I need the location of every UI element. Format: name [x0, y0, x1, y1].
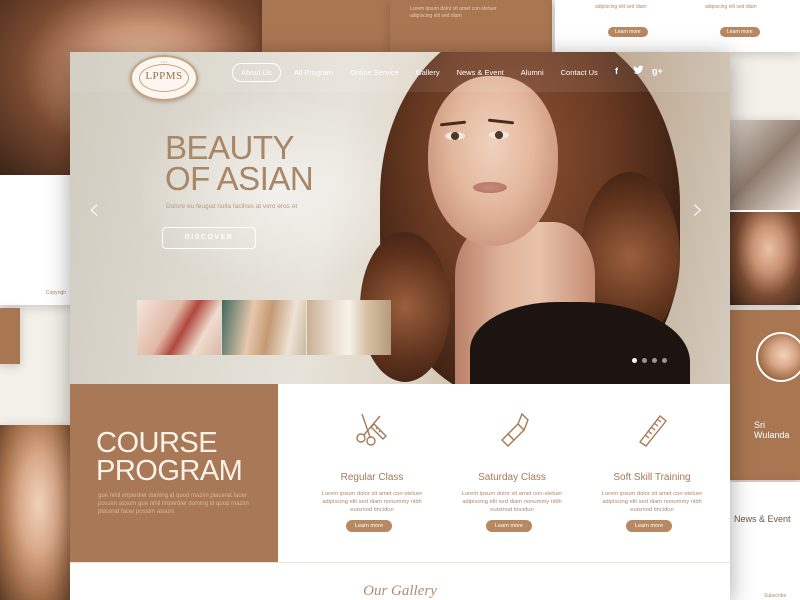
course-program-panel: COURSE PROGRAM gue nihil imperdiet domin…	[70, 384, 278, 562]
class-title: Soft Skill Training	[613, 472, 691, 483]
nav-item-online-service[interactable]: Online Service	[350, 68, 399, 77]
course-program-description: gue nihil imperdiet doming id quod mazim…	[98, 493, 249, 515]
learn-more-button[interactable]: Learn more	[486, 520, 532, 532]
site-logo[interactable]: • • • LPPMS	[130, 55, 198, 101]
hero-title-line1: BEAUTY	[165, 129, 295, 166]
logo-text: LPPMS	[145, 70, 183, 82]
gallery-section: Our Gallery	[70, 562, 730, 600]
nav-item-alumni[interactable]: Alumni	[521, 68, 544, 77]
bg-learn-more-button: Learn more	[720, 27, 760, 37]
bg-text-lines: adipiscing elit sed diam	[705, 4, 757, 10]
slider-dot[interactable]	[632, 358, 637, 363]
classes-section: Regular Class Lorem ipsum dolor sit amet…	[278, 384, 730, 562]
nav-item-news-event[interactable]: News & Event	[457, 68, 504, 77]
slider-next-arrow-icon[interactable]: ›	[692, 192, 704, 227]
course-title-line1: COURSE	[96, 427, 218, 459]
mockup-stage: Copyrigh Lorem ipsum dolor sit amet con-…	[0, 0, 800, 600]
gallery-title: Our Gallery	[363, 583, 437, 599]
class-title: Saturday Class	[478, 472, 546, 483]
bg-panel-top-right: adipiscing elit sed diam adipiscing elit…	[555, 0, 800, 52]
bg-panel-top-middle: Lorem ipsum dolor sit amet con-stetuer ad…	[390, 0, 552, 52]
hero-title: BEAUTY OF ASIAN	[165, 129, 314, 197]
bg-text-lines: Lorem ipsum dolor sit amet con-stetuer ad…	[410, 6, 497, 19]
class-description: Lorem ipsum dolor sit amet con-stetuer a…	[321, 491, 423, 513]
bg-copyright-text: Copyrigh	[46, 290, 67, 296]
hero-title-line2: OF ASIAN	[165, 160, 314, 197]
bg-avatar	[756, 332, 800, 382]
main-page: About Us All Program Online Service Gall…	[70, 52, 730, 600]
nav-menu: About Us All Program Online Service Gall…	[232, 63, 615, 82]
learn-more-button[interactable]: Learn more	[346, 520, 392, 532]
thumbnail-lipstick[interactable]	[137, 300, 221, 355]
hero-model-lips	[473, 182, 507, 193]
discover-button[interactable]: DISCOVER	[162, 227, 256, 249]
lipstick-icon	[501, 412, 529, 447]
class-description: Lorem ipsum dolor sit amet con-stetuer a…	[601, 491, 703, 513]
course-program-title: COURSE PROGRAM	[96, 427, 243, 487]
bg-portrait-makeup	[0, 425, 70, 600]
twitter-icon[interactable]	[633, 65, 644, 77]
nav-item-all-program[interactable]: All Program	[294, 68, 333, 77]
bg-news-title: News & Event	[734, 514, 791, 524]
hero-banner: About Us All Program Online Service Gall…	[70, 52, 730, 384]
nav-item-about-us[interactable]: About Us	[232, 63, 281, 82]
bg-gallery-image	[730, 120, 800, 210]
learn-more-button[interactable]: Learn more	[626, 520, 672, 532]
hero-model-eye	[489, 131, 509, 139]
slider-dot[interactable]	[642, 358, 647, 363]
bg-text-lines: adipiscing elit sed diam	[595, 4, 647, 10]
bg-panel-left-brown	[0, 308, 20, 364]
thumbnail-hairstyling[interactable]	[222, 300, 306, 355]
slider-dot[interactable]	[652, 358, 657, 363]
course-title-line2: PROGRAM	[96, 455, 243, 487]
nav-item-contact-us[interactable]: Contact Us	[561, 68, 598, 77]
facebook-icon[interactable]: f	[615, 66, 618, 76]
nav-item-gallery[interactable]: Gallery	[416, 68, 440, 77]
hero-model-face	[428, 76, 558, 246]
class-title: Regular Class	[340, 472, 404, 483]
google-plus-icon[interactable]: g+	[652, 66, 663, 76]
scissors-comb-icon	[356, 413, 387, 446]
comb-icon	[638, 414, 667, 447]
hero-subtitle: Dolore eu feugiat nulla facilisis at ver…	[166, 203, 298, 210]
bg-panel-left-portrait	[0, 425, 70, 600]
bg-panel-right-testimonial: Sri Wulanda	[730, 310, 800, 480]
slider-dot[interactable]	[662, 358, 667, 363]
slider-prev-arrow-icon[interactable]: ‹	[88, 192, 100, 227]
bg-gallery-image	[730, 212, 800, 305]
bg-brown-strip-top	[262, 0, 392, 52]
bg-panel-right-gallery	[730, 120, 800, 305]
bg-subscribe-label: Subscribe	[764, 593, 787, 599]
bg-testimonial-name: Sri Wulanda	[754, 420, 790, 440]
bg-learn-more-button: Learn more	[608, 27, 648, 37]
bg-panel-right-news: News & Event Subscribe	[730, 482, 800, 600]
class-description: Lorem ipsum dolor sit amet con-stetuer a…	[461, 491, 563, 513]
slider-dots	[632, 358, 672, 363]
hero-model-eye	[445, 132, 465, 140]
hero-thumbnail-strip	[137, 300, 392, 355]
thumbnail-bride[interactable]	[307, 300, 391, 355]
